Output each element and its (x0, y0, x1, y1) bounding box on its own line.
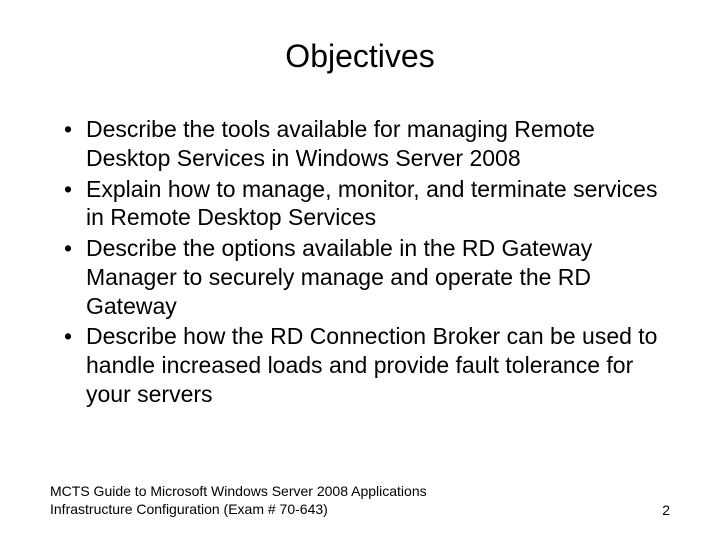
page-number: 2 (662, 502, 670, 518)
footer-text: MCTS Guide to Microsoft Windows Server 2… (50, 482, 470, 518)
slide-container: Objectives Describe the tools available … (0, 0, 720, 540)
slide-content: Describe the tools available for managin… (50, 115, 670, 409)
list-item: Describe how the RD Connection Broker ca… (58, 322, 670, 408)
list-item: Describe the tools available for managin… (58, 115, 670, 173)
objectives-list: Describe the tools available for managin… (58, 115, 670, 409)
slide-footer: MCTS Guide to Microsoft Windows Server 2… (50, 482, 670, 518)
list-item: Explain how to manage, monitor, and term… (58, 175, 670, 233)
list-item: Describe the options available in the RD… (58, 234, 670, 320)
slide-title: Objectives (50, 38, 670, 75)
